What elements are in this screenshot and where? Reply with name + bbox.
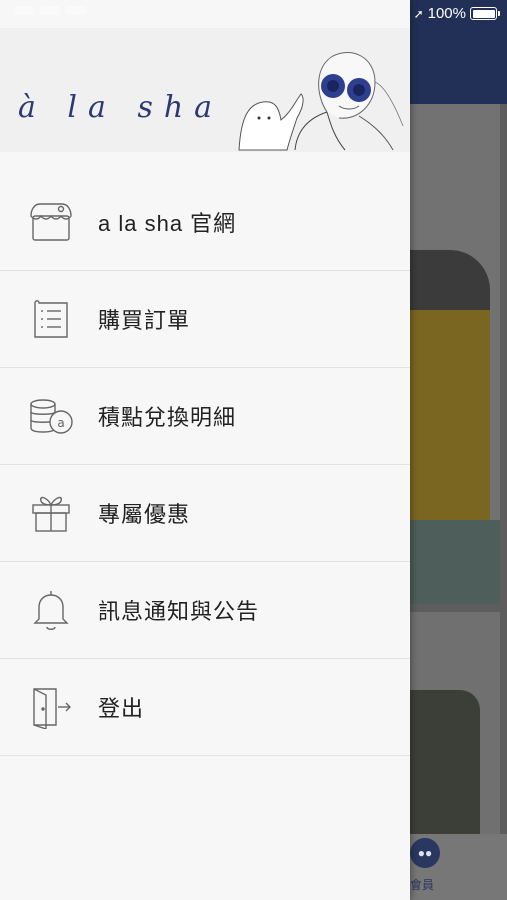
menu-item-label: 積點兌換明細 bbox=[98, 405, 237, 430]
points-coins-icon: a bbox=[0, 368, 98, 465]
menu-item-logout[interactable]: 登出 bbox=[0, 659, 410, 756]
menu-item-label: 購買訂單 bbox=[98, 308, 191, 333]
gift-icon bbox=[0, 465, 98, 562]
status-bar: ➚ 100% bbox=[413, 5, 500, 22]
drawer-menu: a la sha 官網 購買訂單 a 積點兌換明細 專屬優惠 訊息通知與公告 登… bbox=[0, 174, 410, 756]
logout-icon bbox=[0, 659, 98, 756]
menu-item-website[interactable]: a la sha 官網 bbox=[0, 174, 410, 271]
order-list-icon bbox=[0, 271, 98, 368]
menu-item-orders[interactable]: 購買訂單 bbox=[0, 271, 410, 368]
drawer-header: à la sha bbox=[0, 28, 410, 152]
store-icon bbox=[0, 174, 98, 271]
member-tab-label[interactable]: 會員 bbox=[410, 876, 434, 893]
menu-item-notifications[interactable]: 訊息通知與公告 bbox=[0, 562, 410, 659]
brand-logo-text: à la sha bbox=[18, 90, 224, 125]
battery-icon bbox=[470, 7, 500, 20]
battery-percentage: 100% bbox=[427, 5, 466, 22]
product-photo-strip bbox=[410, 520, 500, 604]
bell-icon bbox=[0, 562, 98, 659]
menu-item-label: a la sha 官網 bbox=[98, 211, 237, 236]
svg-text:a: a bbox=[57, 416, 64, 430]
menu-item-points[interactable]: a 積點兌換明細 bbox=[0, 368, 410, 465]
mascot-illustration bbox=[238, 51, 404, 151]
menu-item-label: 登出 bbox=[98, 696, 145, 721]
product-photo-figure bbox=[410, 250, 490, 520]
menu-item-label: 訊息通知與公告 bbox=[98, 599, 260, 624]
menu-item-label: 專屬優惠 bbox=[98, 502, 191, 527]
member-tab-icon[interactable]: ●● bbox=[410, 838, 440, 868]
product-photo-figure bbox=[410, 690, 480, 834]
location-arrow-icon: ➚ bbox=[413, 6, 424, 21]
side-drawer: à la sha a la sha 官網 購買訂單 a 積點兌換明細 專屬優惠 … bbox=[0, 0, 410, 900]
menu-item-offers[interactable]: 專屬優惠 bbox=[0, 465, 410, 562]
status-bar-left bbox=[14, 6, 86, 15]
